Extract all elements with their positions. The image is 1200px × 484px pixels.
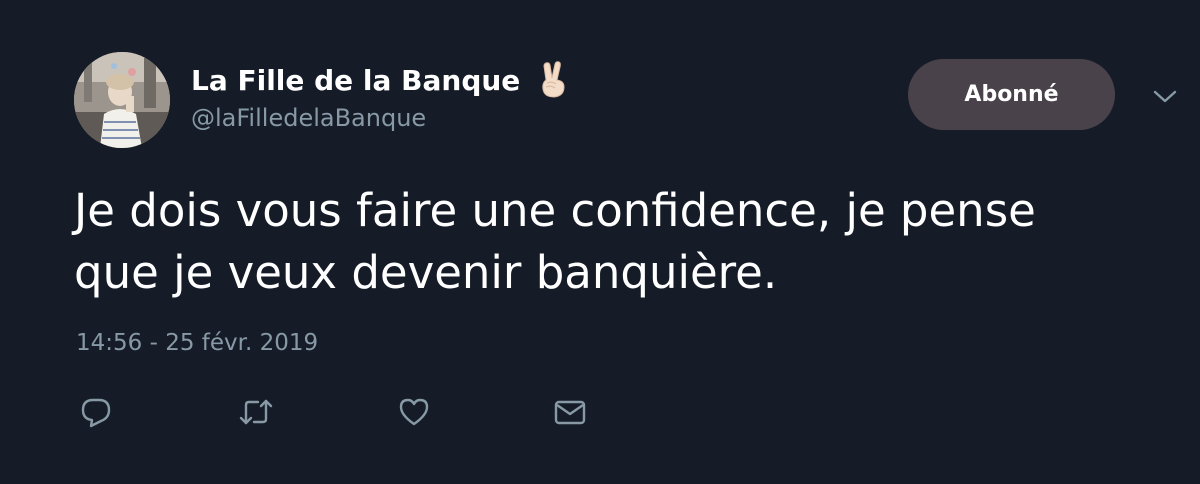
reply-button[interactable] — [76, 392, 116, 432]
name-row: La Fille de la Banque — [191, 58, 568, 102]
tweet-text-line: que je veux devenir banquière. — [74, 246, 778, 299]
following-button[interactable]: Abonné — [908, 59, 1115, 130]
message-button[interactable] — [550, 392, 590, 432]
heart-icon — [397, 396, 431, 428]
tweet-card: La Fille de la Banque @laFilledelaBanque… — [0, 0, 1200, 484]
reply-icon — [79, 395, 113, 429]
display-name[interactable]: La Fille de la Banque — [191, 64, 520, 97]
user-handle[interactable]: @laFilledelaBanque — [191, 104, 426, 132]
tweet-text-line: Je dois vous faire une confidence, je pe… — [74, 184, 1036, 237]
action-bar — [0, 392, 1200, 432]
tweet-timestamp[interactable]: 14:56 - 25 févr. 2019 — [76, 330, 318, 356]
tweet-text: Je dois vous faire une confidence, je pe… — [74, 180, 1144, 304]
like-button[interactable] — [394, 392, 434, 432]
retweet-button[interactable] — [236, 392, 276, 432]
avatar[interactable] — [74, 52, 170, 148]
envelope-icon — [553, 397, 587, 427]
retweet-icon — [238, 395, 274, 429]
chevron-down-icon[interactable] — [1152, 88, 1178, 106]
victory-hand-icon — [538, 61, 568, 99]
avatar-photo — [74, 52, 170, 148]
